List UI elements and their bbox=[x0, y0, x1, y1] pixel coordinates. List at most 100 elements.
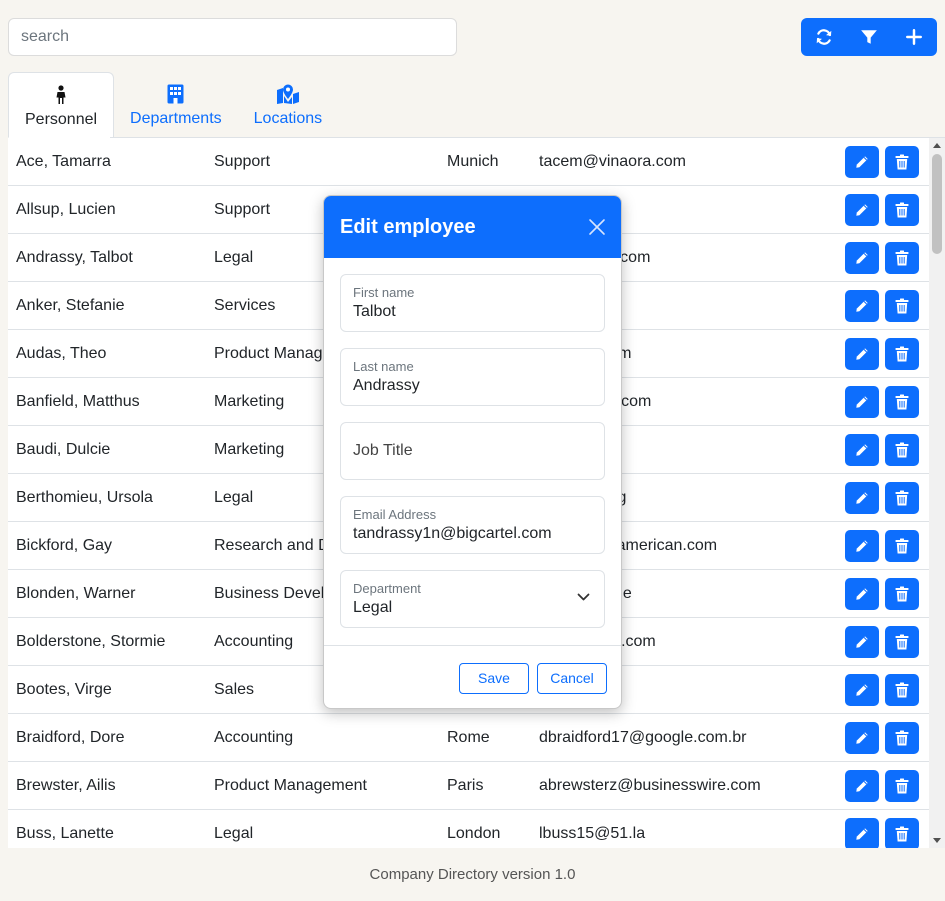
edit-button[interactable] bbox=[845, 722, 879, 754]
filter-button[interactable] bbox=[846, 18, 891, 56]
last-name-value[interactable]: Andrassy bbox=[353, 377, 420, 395]
delete-button[interactable] bbox=[885, 818, 919, 848]
tab-bar: Personnel Departments Locations bbox=[8, 72, 338, 138]
edit-button[interactable] bbox=[845, 242, 879, 274]
edit-button[interactable] bbox=[845, 290, 879, 322]
last-name-field[interactable]: Last name Andrassy bbox=[340, 348, 605, 406]
delete-button[interactable] bbox=[885, 770, 919, 802]
trash-icon bbox=[895, 346, 909, 362]
edit-button[interactable] bbox=[845, 818, 879, 848]
add-button[interactable] bbox=[892, 18, 937, 56]
edit-button[interactable] bbox=[845, 578, 879, 610]
modal-footer: Save Cancel bbox=[324, 645, 621, 708]
toolbar-button-group bbox=[801, 18, 937, 56]
tab-personnel[interactable]: Personnel bbox=[8, 72, 115, 138]
refresh-button[interactable] bbox=[801, 18, 846, 56]
pencil-icon bbox=[856, 588, 868, 600]
employee-name: Buss, Lanette bbox=[16, 825, 114, 842]
delete-button[interactable] bbox=[885, 338, 919, 370]
employee-department: Product Management bbox=[214, 777, 367, 794]
employee-department: Sales bbox=[214, 681, 255, 698]
department-select[interactable]: Department Legal bbox=[340, 570, 605, 628]
delete-button[interactable] bbox=[885, 674, 919, 706]
delete-button[interactable] bbox=[885, 722, 919, 754]
chevron-down-icon bbox=[577, 593, 590, 601]
edit-button[interactable] bbox=[845, 338, 879, 370]
delete-button[interactable] bbox=[885, 146, 919, 178]
tab-label: Personnel bbox=[25, 111, 98, 128]
delete-button[interactable] bbox=[885, 626, 919, 658]
table-row: Brewster, Ailis Product Management Paris ab… bbox=[8, 762, 945, 810]
save-button[interactable]: Save bbox=[459, 662, 529, 694]
edit-button[interactable] bbox=[845, 194, 879, 226]
department-label: Department bbox=[353, 581, 421, 596]
employee-department: Marketing bbox=[214, 393, 285, 410]
first-name-field[interactable]: First name Talbot bbox=[340, 274, 605, 332]
pencil-icon bbox=[856, 492, 868, 504]
table-row: Braidford, Dore Accounting Rome dbraidford1… bbox=[8, 714, 945, 762]
job-title-field[interactable]: Job Title bbox=[340, 422, 605, 480]
employee-name: Audas, Theo bbox=[16, 345, 107, 362]
edit-button[interactable] bbox=[845, 626, 879, 658]
delete-button[interactable] bbox=[885, 434, 919, 466]
employee-name: Anker, Stefanie bbox=[16, 297, 125, 314]
department-value[interactable]: Legal bbox=[353, 599, 392, 617]
employee-email: abrewsterz@businesswire.com bbox=[539, 777, 761, 794]
table-row: Ace, Tamarra Support Munich tacem@vinaora.c… bbox=[8, 138, 945, 186]
email-label: Email Address bbox=[353, 507, 437, 522]
pencil-icon bbox=[856, 540, 868, 552]
employee-name: Braidford, Dore bbox=[16, 729, 125, 746]
scroll-up-icon[interactable] bbox=[929, 138, 945, 152]
employee-location: Paris bbox=[447, 777, 484, 794]
pencil-icon bbox=[856, 252, 868, 264]
first-name-value[interactable]: Talbot bbox=[353, 303, 396, 321]
edit-button[interactable] bbox=[845, 146, 879, 178]
employee-location: Rome bbox=[447, 729, 490, 746]
trash-icon bbox=[895, 730, 909, 746]
trash-icon bbox=[895, 586, 909, 602]
edit-employee-modal: Edit employee First name Talbot Last nam… bbox=[323, 195, 622, 709]
employee-department: Product Manag bbox=[214, 345, 323, 362]
building-icon bbox=[167, 82, 184, 106]
delete-button[interactable] bbox=[885, 482, 919, 514]
map-location-icon bbox=[276, 82, 300, 106]
tab-departments[interactable]: Departments bbox=[114, 72, 238, 138]
search-input[interactable] bbox=[8, 18, 457, 56]
table-row: Buss, Lanette Legal London lbuss15@51.la bbox=[8, 810, 945, 848]
scrollbar-thumb[interactable] bbox=[932, 154, 942, 254]
edit-button[interactable] bbox=[845, 770, 879, 802]
edit-button[interactable] bbox=[845, 434, 879, 466]
email-value[interactable]: tandrassy1n@bigcartel.com bbox=[353, 525, 552, 543]
employee-name: Brewster, Ailis bbox=[16, 777, 116, 794]
email-field[interactable]: Email Address tandrassy1n@bigcartel.com bbox=[340, 496, 605, 554]
scroll-down-icon[interactable] bbox=[929, 834, 945, 848]
employee-department: Accounting bbox=[214, 633, 294, 650]
delete-button[interactable] bbox=[885, 242, 919, 274]
modal-header: Edit employee bbox=[324, 196, 621, 258]
delete-button[interactable] bbox=[885, 578, 919, 610]
job-title-placeholder[interactable]: Job Title bbox=[353, 442, 413, 460]
edit-button[interactable] bbox=[845, 674, 879, 706]
edit-button[interactable] bbox=[845, 530, 879, 562]
cancel-button[interactable]: Cancel bbox=[537, 662, 607, 694]
employee-department: Research and D bbox=[214, 537, 330, 554]
employee-name: Baudi, Dulcie bbox=[16, 441, 111, 458]
scrollbar[interactable] bbox=[929, 138, 945, 848]
edit-button[interactable] bbox=[845, 482, 879, 514]
employee-email: dbraidford17@google.com.br bbox=[539, 729, 747, 746]
close-button[interactable] bbox=[588, 218, 606, 236]
employee-name: Allsup, Lucien bbox=[16, 201, 116, 218]
employee-department: Legal bbox=[214, 249, 254, 266]
delete-button[interactable] bbox=[885, 194, 919, 226]
first-name-label: First name bbox=[353, 285, 415, 300]
delete-button[interactable] bbox=[885, 530, 919, 562]
trash-icon bbox=[895, 202, 909, 218]
tab-locations[interactable]: Locations bbox=[238, 72, 339, 138]
trash-icon bbox=[895, 490, 909, 506]
pencil-icon bbox=[856, 828, 868, 840]
modal-body: First name Talbot Last name Andrassy Job… bbox=[324, 258, 621, 628]
edit-button[interactable] bbox=[845, 386, 879, 418]
delete-button[interactable] bbox=[885, 290, 919, 322]
employee-department: Business Develo bbox=[214, 585, 334, 602]
delete-button[interactable] bbox=[885, 386, 919, 418]
